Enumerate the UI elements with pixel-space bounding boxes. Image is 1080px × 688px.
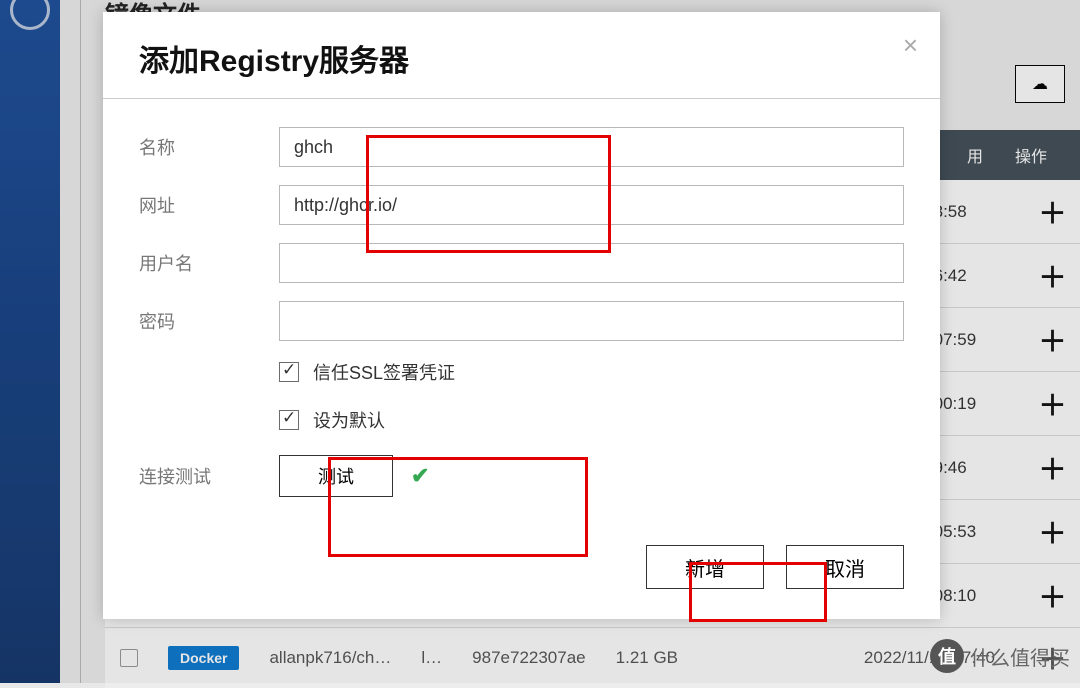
trust-ssl-checkbox[interactable]	[279, 362, 299, 382]
set-default-label: 设为默认	[313, 407, 385, 433]
divider	[103, 98, 940, 99]
test-button[interactable]: 测试	[279, 455, 393, 497]
label-url: 网址	[139, 192, 279, 218]
label-password: 密码	[139, 308, 279, 334]
watermark: 值 什么值得买	[930, 639, 1070, 673]
label-name: 名称	[139, 134, 279, 160]
username-input[interactable]	[279, 243, 904, 283]
cancel-button[interactable]: 取消	[786, 545, 904, 589]
close-icon[interactable]: ×	[903, 32, 918, 58]
watermark-logo-icon: 值	[930, 639, 964, 673]
name-input[interactable]	[279, 127, 904, 167]
password-input[interactable]	[279, 301, 904, 341]
modal-title: 添加Registry服务器	[139, 36, 904, 98]
add-button[interactable]: 新增	[646, 545, 764, 589]
url-input[interactable]	[279, 185, 904, 225]
set-default-checkbox[interactable]	[279, 410, 299, 430]
add-registry-modal: × 添加Registry服务器 名称 网址 用户名 密码 信任SSL签署凭证 设…	[103, 12, 940, 619]
check-icon: ✔	[411, 463, 429, 489]
watermark-text: 什么值得买	[970, 642, 1070, 671]
trust-ssl-label: 信任SSL签署凭证	[313, 359, 455, 385]
label-username: 用户名	[139, 250, 279, 276]
label-conn-test: 连接测试	[139, 463, 279, 489]
